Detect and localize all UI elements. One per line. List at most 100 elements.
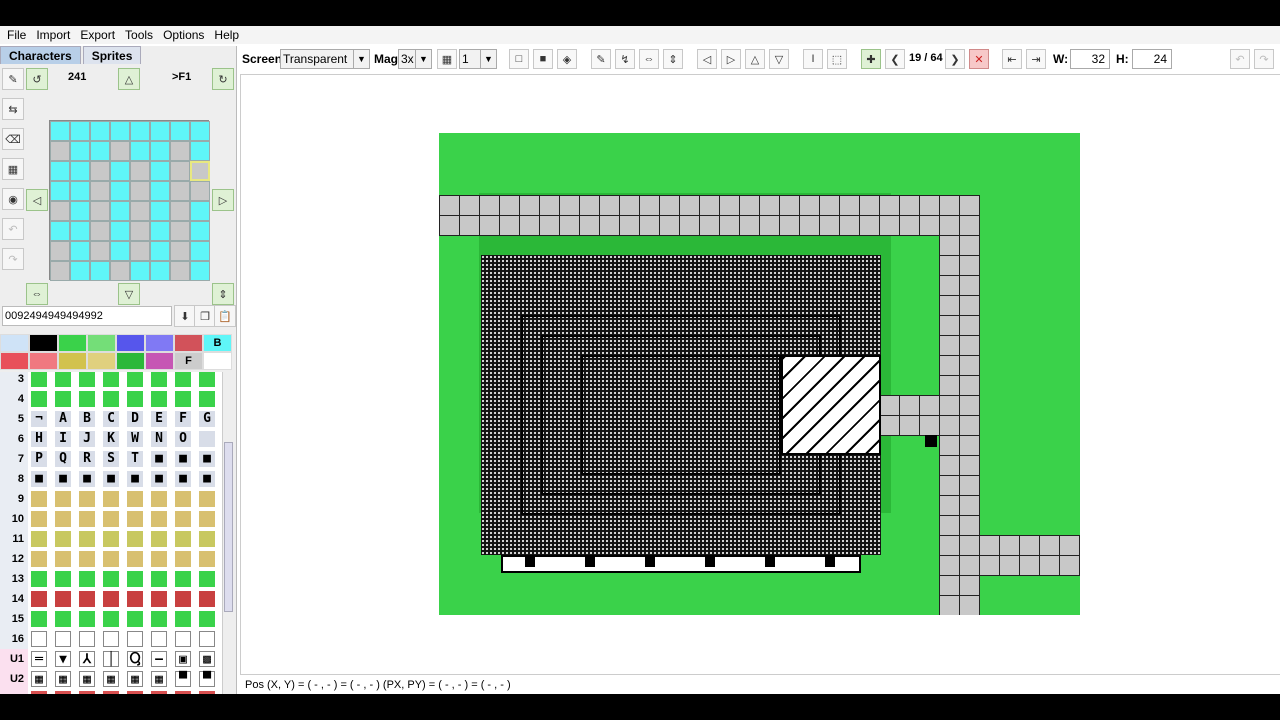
- char-tile[interactable]: [79, 391, 95, 407]
- char-tile[interactable]: [103, 511, 119, 527]
- pixel-cell[interactable]: [50, 161, 70, 181]
- pixel-cell[interactable]: [70, 161, 90, 181]
- char-tile[interactable]: [175, 611, 191, 627]
- char-tile[interactable]: ▼: [55, 651, 71, 667]
- grid-toggle-icon[interactable]: ▦: [437, 49, 457, 69]
- pixel-cell[interactable]: [90, 221, 110, 241]
- char-tile[interactable]: B: [79, 411, 95, 427]
- char-tile[interactable]: ■: [175, 451, 191, 467]
- char-tile[interactable]: ¬: [31, 411, 47, 427]
- char-list-scrollbar[interactable]: [222, 372, 234, 694]
- pixel-cell[interactable]: [110, 221, 130, 241]
- shift-right-icon[interactable]: ▷: [212, 189, 234, 211]
- pixel-cell[interactable]: [50, 181, 70, 201]
- tile-map[interactable]: [439, 133, 1080, 615]
- char-tile[interactable]: ■: [127, 471, 143, 487]
- palette-swatch[interactable]: [87, 334, 116, 352]
- mag-select[interactable]: 3x ▼: [398, 49, 432, 69]
- pixel-cell[interactable]: [190, 201, 210, 221]
- palette-swatch[interactable]: [58, 334, 87, 352]
- palette-swatch[interactable]: [29, 352, 58, 370]
- pencil-icon[interactable]: ✎: [591, 49, 611, 69]
- pixel-cell[interactable]: [130, 221, 150, 241]
- select-region-icon[interactable]: ⬚: [827, 49, 847, 69]
- char-tile[interactable]: [31, 531, 47, 547]
- char-tile[interactable]: O: [175, 431, 191, 447]
- menu-file[interactable]: File: [2, 26, 31, 44]
- tab-sprites[interactable]: Sprites: [82, 46, 142, 64]
- palette-swatch[interactable]: [145, 352, 174, 370]
- pixel-cell[interactable]: [110, 201, 130, 221]
- palette-swatch[interactable]: [203, 352, 232, 370]
- char-tile[interactable]: [55, 511, 71, 527]
- menu-options[interactable]: Options: [158, 26, 209, 44]
- char-tile[interactable]: R: [79, 451, 95, 467]
- char-tile[interactable]: [79, 491, 95, 507]
- char-tile[interactable]: ■: [103, 471, 119, 487]
- download-icon[interactable]: ⬇: [174, 305, 196, 327]
- pixel-cell[interactable]: [190, 261, 210, 281]
- char-tile[interactable]: [151, 372, 167, 387]
- pixel-cell[interactable]: [50, 221, 70, 241]
- pixel-cell[interactable]: [130, 141, 150, 161]
- undo-icon[interactable]: ↶: [1230, 49, 1250, 69]
- char-tile[interactable]: ═: [31, 651, 47, 667]
- char-tile[interactable]: ■: [151, 471, 167, 487]
- eye-icon[interactable]: ◉: [2, 188, 24, 210]
- palette-swatch[interactable]: [0, 334, 29, 352]
- char-tile[interactable]: [31, 611, 47, 627]
- char-tile[interactable]: ▦: [103, 671, 119, 687]
- char-tile[interactable]: [31, 631, 47, 647]
- pixel-cell[interactable]: [150, 181, 170, 201]
- char-tile[interactable]: J: [79, 431, 95, 447]
- char-tile[interactable]: ▀: [199, 671, 215, 687]
- pixel-cell[interactable]: [90, 181, 110, 201]
- pixel-cell[interactable]: [170, 141, 190, 161]
- char-tile[interactable]: F: [175, 411, 191, 427]
- char-tile[interactable]: [151, 631, 167, 647]
- pixel-cell[interactable]: [130, 241, 150, 261]
- char-tile[interactable]: [31, 571, 47, 587]
- char-tile[interactable]: ▦: [55, 671, 71, 687]
- char-tile[interactable]: [199, 531, 215, 547]
- char-tile[interactable]: [103, 491, 119, 507]
- char-tile[interactable]: [55, 611, 71, 627]
- pixel-cell[interactable]: [90, 261, 110, 281]
- pixel-cell[interactable]: [70, 221, 90, 241]
- pixel-cell[interactable]: [170, 181, 190, 201]
- char-tile[interactable]: [79, 372, 95, 387]
- tab-characters[interactable]: Characters: [0, 46, 81, 64]
- shift-left-icon[interactable]: ◁: [26, 189, 48, 211]
- char-tile[interactable]: ▦: [151, 671, 167, 687]
- char-tile[interactable]: [151, 491, 167, 507]
- char-tile[interactable]: [199, 691, 215, 694]
- char-tile[interactable]: [55, 631, 71, 647]
- char-tile[interactable]: —: [151, 651, 167, 667]
- char-tile[interactable]: [79, 611, 95, 627]
- char-tile[interactable]: [31, 372, 47, 387]
- rotate-left-icon[interactable]: ↺: [26, 68, 48, 90]
- char-tile[interactable]: [199, 511, 215, 527]
- scroll-left-icon[interactable]: ◁: [697, 49, 717, 69]
- char-tile[interactable]: [103, 531, 119, 547]
- flip-vertical-icon[interactable]: ⇕: [212, 283, 234, 305]
- char-tile[interactable]: [199, 431, 215, 447]
- pixel-cell[interactable]: [50, 201, 70, 221]
- char-tile[interactable]: [127, 631, 143, 647]
- char-tile[interactable]: [127, 571, 143, 587]
- pixel-cell[interactable]: [170, 221, 190, 241]
- pixel-cell[interactable]: [150, 121, 170, 141]
- palette-swatch[interactable]: [87, 352, 116, 370]
- mirror-v-icon[interactable]: ⇕: [663, 49, 683, 69]
- char-tile[interactable]: I: [55, 431, 71, 447]
- pixel-cell[interactable]: [70, 121, 90, 141]
- pen-tool-icon[interactable]: ✎: [2, 68, 24, 90]
- pixel-cell[interactable]: [90, 161, 110, 181]
- char-tile[interactable]: ■: [151, 451, 167, 467]
- scroll-thumb[interactable]: [224, 442, 233, 612]
- menu-export[interactable]: Export: [75, 26, 120, 44]
- pixel-cell[interactable]: [50, 121, 70, 141]
- char-tile[interactable]: ▀: [175, 671, 191, 687]
- pixel-cell[interactable]: [150, 241, 170, 261]
- pixel-cell[interactable]: [170, 261, 190, 281]
